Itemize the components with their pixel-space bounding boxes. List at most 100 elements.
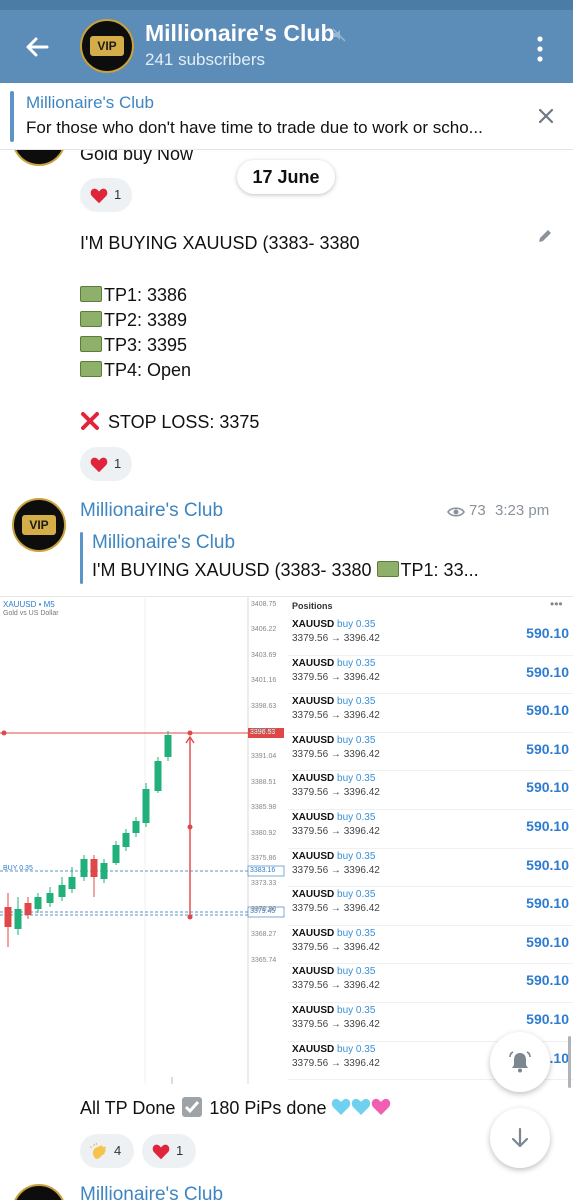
reply-indicator: [80, 532, 83, 584]
entry-price-label: 3383.16: [250, 867, 276, 874]
candle-body: [154, 761, 162, 791]
price-tick-label: 3365.74: [251, 956, 277, 964]
message-avatar[interactable]: VIP: [12, 498, 66, 552]
position-prices: 3379.56 → 3396.42: [292, 826, 380, 837]
message-line: TP4: Open: [80, 360, 191, 381]
position-side: buy 0.35: [337, 696, 376, 708]
position-profit: 590.10: [526, 933, 569, 950]
price-tick-label: 3375.86: [251, 855, 277, 862]
candle-body: [4, 907, 12, 927]
notification-bell-button[interactable]: [490, 1032, 550, 1092]
price-tick-label: 3401.16: [251, 677, 277, 685]
candle-body: [112, 845, 120, 863]
message-avatar[interactable]: VIP: [12, 150, 66, 166]
position-side: buy 0.35: [337, 734, 376, 746]
position-profit: 590.10: [526, 779, 569, 796]
scrollbar[interactable]: [568, 1036, 571, 1088]
price-tick-label: 3403.69: [251, 651, 277, 659]
reaction-count: 1: [114, 456, 122, 471]
reply-sender[interactable]: Millionaire's Club: [92, 532, 235, 554]
avatar-vip-text: VIP: [22, 515, 56, 535]
position-side: buy 0.35: [337, 966, 376, 978]
candle-body: [68, 877, 76, 889]
price-chart: XAUUSD • M5 Gold vs US Dollar BUY 0.35 3…: [0, 597, 290, 1084]
position-prices: 3379.56 → 3396.42: [292, 864, 380, 876]
position-symbol: XAUUSD buy 0.35: [292, 966, 376, 978]
message-time: 3:23 pm: [495, 502, 550, 519]
position-profit: 590.10: [526, 818, 569, 834]
position-row: XAUUSD buy 0.35 3379.56 → 3396.42 590.10: [288, 849, 573, 888]
position-profit: 590.10: [526, 663, 569, 680]
date-chip: 17 June: [237, 160, 335, 194]
heart-icon: [90, 457, 108, 472]
message-line: TP2: 3389: [80, 310, 187, 331]
back-arrow-icon[interactable]: [20, 30, 54, 64]
buy-line-label: BUY 0.35: [3, 865, 33, 872]
candle-body: [142, 789, 150, 823]
pinned-title: Millionaire's Club: [26, 93, 154, 112]
status-bar: [0, 0, 573, 10]
position-symbol: XAUUSD buy 0.35: [292, 1043, 376, 1055]
message-line: TP3: 3395: [80, 335, 187, 356]
money-icon: [80, 286, 102, 303]
chart-description: Gold vs US Dollar: [3, 610, 59, 617]
avatar-vip-text: VIP: [90, 36, 124, 56]
position-prices: 3379.56 → 3396.42: [292, 671, 380, 683]
candle-body: [58, 885, 66, 897]
position-prices: 3379.56 → 3396.42: [292, 787, 380, 799]
price-tick-label: 3391.04: [251, 753, 277, 761]
reaction-heart[interactable]: 1: [142, 1134, 196, 1168]
money-icon: [376, 561, 399, 578]
price-tick-label: 3368.27: [251, 931, 277, 939]
clapping-hands-icon: [90, 1142, 106, 1159]
position-prices: 3379.56 → 3396.42: [292, 748, 380, 760]
position-prices: 3379.56 → 3396.42: [292, 1019, 380, 1030]
sender-name[interactable]: Millionaire's Club: [80, 1184, 223, 1200]
position-prices: 3379.56 → 3396.42: [292, 633, 380, 644]
message-list[interactable]: VIP Gold buy Now 17 June 1 I'M BUYING XA…: [0, 150, 573, 1200]
price-tick-label: 3388.51: [251, 778, 277, 786]
trade-screenshot-image[interactable]: XAUUSD • M5 Gold vs US Dollar BUY 0.35 3…: [0, 596, 573, 1084]
position-row: XAUUSD buy 0.35 3379.56 → 3396.42 590.10: [288, 810, 573, 849]
position-profit: 590.10: [526, 740, 569, 757]
message-line: I'M BUYING XAUUSD (3383- 3380: [80, 233, 360, 253]
channel-title[interactable]: Millionaire's Club: [145, 20, 335, 47]
position-profit: 590.10: [526, 895, 569, 912]
chart-symbol: XAUUSD • M5: [3, 600, 55, 609]
reaction-clap[interactable]: 4: [80, 1134, 134, 1168]
more-dots-icon: •••: [550, 597, 563, 611]
position-symbol: XAUUSD buy 0.35: [292, 734, 376, 746]
bell-icon: [509, 1051, 531, 1073]
cross-mark-icon: [81, 412, 99, 431]
reaction-count: 4: [114, 1143, 122, 1158]
position-row: XAUUSD buy 0.35 3379.56 → 3396.42 590.10: [288, 887, 573, 926]
reply-text[interactable]: I'M BUYING XAUUSD (3383- 3380 TP1: 33...: [92, 560, 552, 581]
position-symbol: XAUUSD buy 0.35: [292, 889, 376, 901]
reaction-heart[interactable]: 1: [80, 447, 132, 481]
pinned-text: For those who don't have time to trade d…: [26, 118, 483, 137]
edited-pencil-icon: [539, 230, 551, 242]
position-symbol: XAUUSD buy 0.35: [292, 773, 376, 785]
close-icon[interactable]: [536, 106, 556, 126]
position-side: buy 0.35: [337, 927, 376, 939]
position-side: buy 0.35: [337, 889, 376, 901]
positions-panel: Positions ••• XAUUSD buy 0.35 3379.56 → 3…: [288, 597, 573, 1084]
price-tick-label: 3370.80: [251, 905, 277, 913]
scroll-down-button[interactable]: [490, 1108, 550, 1168]
reaction-heart[interactable]: 1: [80, 178, 132, 212]
position-symbol: XAUUSD buy 0.35: [292, 657, 376, 669]
pinned-message-bar[interactable]: Millionaire's Club For those who don't h…: [0, 83, 573, 150]
candle-body: [122, 833, 130, 847]
message-line: TP1: 3386: [80, 285, 187, 306]
more-options-icon[interactable]: [531, 34, 549, 64]
position-prices: 3379.56 → 3396.42: [292, 941, 380, 953]
channel-avatar[interactable]: VIP: [80, 19, 134, 73]
candle-body: [24, 903, 32, 915]
price-chart-svg: [0, 597, 290, 1084]
position-side: buy 0.35: [337, 619, 376, 630]
subscriber-count: 241 subscribers: [145, 50, 266, 69]
position-row: XAUUSD buy 0.35 3379.56 → 3396.42 590.10: [288, 771, 573, 810]
candle-body: [132, 821, 140, 833]
message-avatar[interactable]: VIP: [12, 1184, 66, 1200]
sender-name[interactable]: Millionaire's Club: [80, 500, 223, 522]
